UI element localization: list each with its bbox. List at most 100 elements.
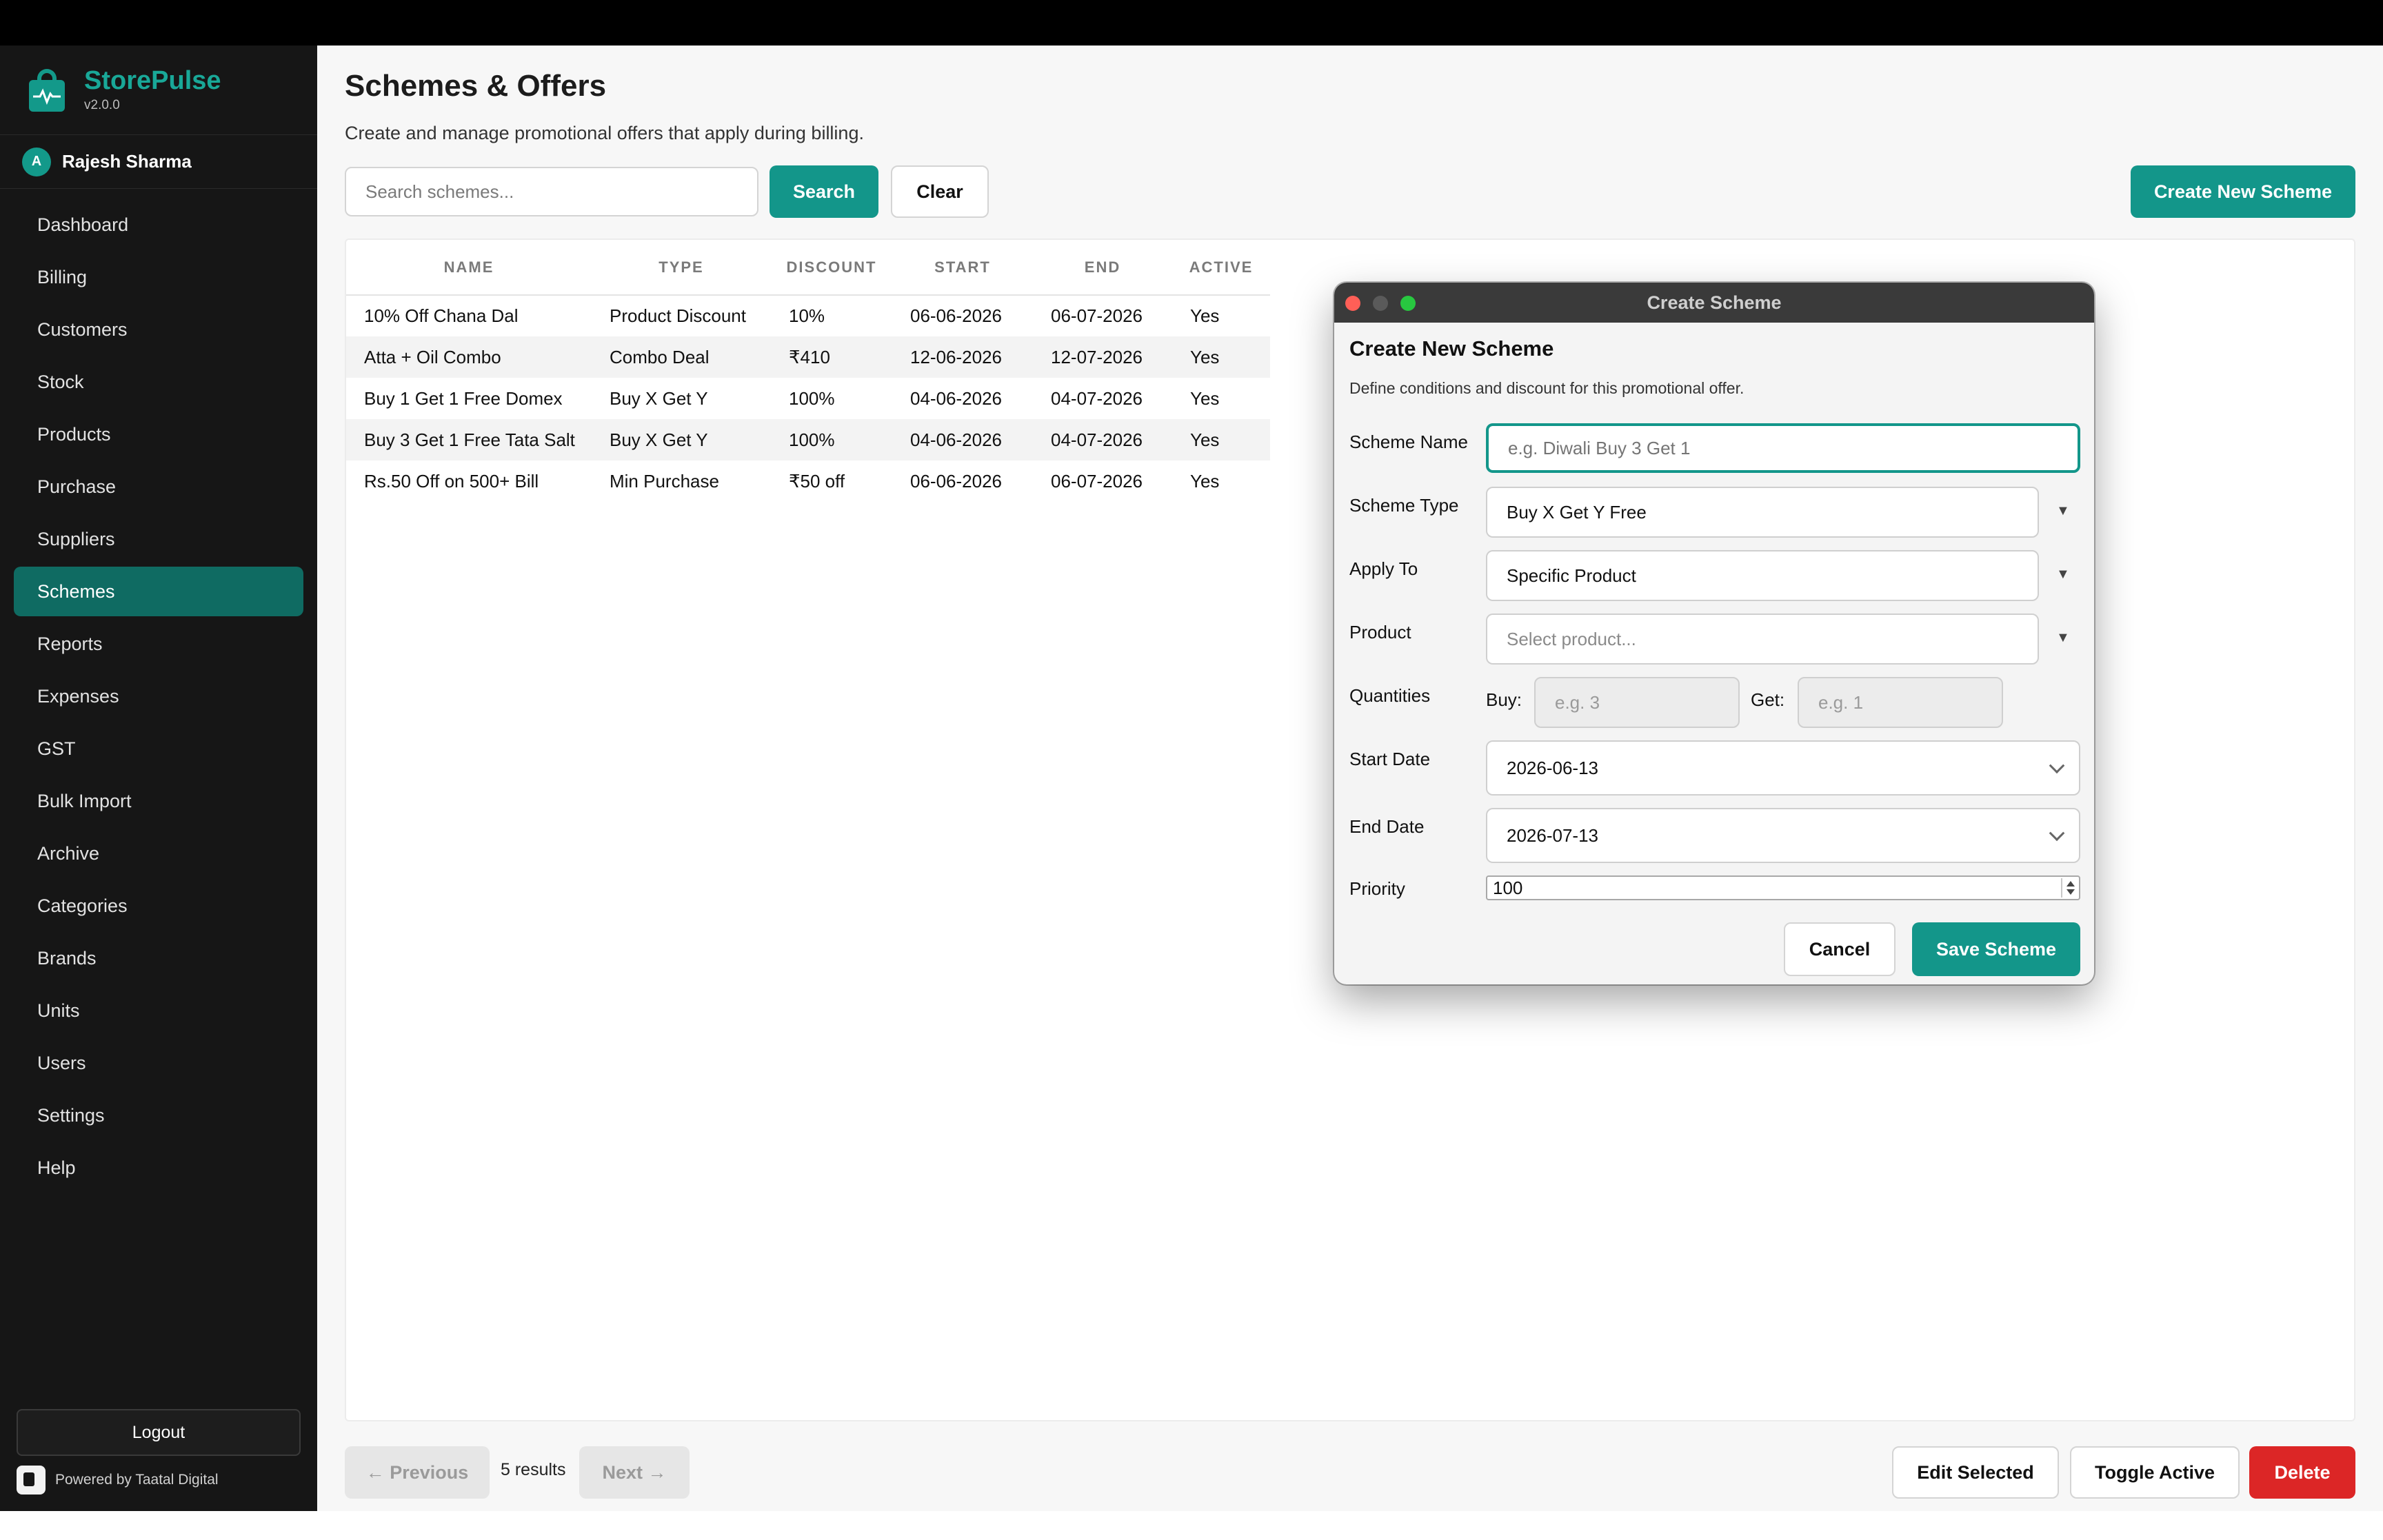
scheme-type-label: Scheme Type bbox=[1349, 495, 1459, 516]
table-row[interactable]: Buy 1 Get 1 Free Domex Buy X Get Y 100% … bbox=[346, 378, 1270, 419]
cell-type: Min Purchase bbox=[610, 470, 719, 492]
search-input[interactable] bbox=[345, 167, 758, 216]
cell-type: Buy X Get Y bbox=[592, 419, 771, 460]
scheme-type-value: Buy X Get Y Free bbox=[1507, 501, 1647, 523]
product-label: Product bbox=[1349, 622, 1411, 642]
cell-end: 12-07-2026 bbox=[1033, 336, 1172, 378]
search-button[interactable]: Search bbox=[770, 165, 878, 218]
schemes-table: NAME TYPE DISCOUNT START END ACTIVE 10% … bbox=[346, 240, 1270, 502]
next-page-button[interactable]: Next → bbox=[579, 1446, 690, 1499]
cell-discount: ₹50 off bbox=[789, 470, 845, 492]
sidebar-item-billing[interactable]: Billing bbox=[14, 252, 303, 302]
get-quantity-input[interactable]: e.g. 1 bbox=[1798, 677, 2003, 728]
sidebar-item-purchase[interactable]: Purchase bbox=[14, 462, 303, 511]
get-quantity-placeholder: e.g. 1 bbox=[1818, 691, 1864, 713]
toggle-active-button[interactable]: Toggle Active bbox=[2070, 1446, 2240, 1499]
apply-to-value: Specific Product bbox=[1507, 565, 1636, 586]
cell-name: Atta + Oil Combo bbox=[346, 336, 592, 378]
cell-end: 06-07-2026 bbox=[1051, 470, 1143, 492]
dialog-titlebar[interactable]: Create Scheme bbox=[1334, 283, 2094, 323]
bottom-strip bbox=[0, 1511, 2383, 1540]
sidebar-item-help[interactable]: Help bbox=[14, 1143, 303, 1193]
column-header-start[interactable]: START bbox=[892, 240, 1033, 296]
start-date-picker[interactable]: 2026-06-13 bbox=[1486, 740, 2080, 796]
sidebar-item-brands[interactable]: Brands bbox=[14, 933, 303, 983]
sidebar-item-archive[interactable]: Archive bbox=[14, 829, 303, 878]
column-header-active[interactable]: ACTIVE bbox=[1172, 240, 1270, 296]
get-quantity-label: Get: bbox=[1751, 689, 1785, 710]
sidebar-item-reports[interactable]: Reports bbox=[14, 619, 303, 669]
scheme-name-input[interactable] bbox=[1486, 423, 2080, 473]
priority-label: Priority bbox=[1349, 878, 1405, 899]
dialog-window-title: Create Scheme bbox=[1647, 292, 1782, 313]
brand-header: StorePulse v2.0.0 bbox=[0, 45, 317, 135]
column-header-end[interactable]: END bbox=[1033, 240, 1172, 296]
page-subtitle: Create and manage promotional offers tha… bbox=[345, 123, 864, 143]
sidebar-item-expenses[interactable]: Expenses bbox=[14, 671, 303, 721]
apply-to-select[interactable]: Specific Product bbox=[1486, 550, 2039, 601]
sidebar-item-gst[interactable]: GST bbox=[14, 724, 303, 773]
logout-button[interactable]: Logout bbox=[17, 1409, 301, 1456]
column-header-discount[interactable]: DISCOUNT bbox=[771, 240, 892, 296]
delete-button[interactable]: Delete bbox=[2249, 1446, 2355, 1499]
create-new-scheme-button[interactable]: Create New Scheme bbox=[2131, 165, 2355, 218]
column-header-name[interactable]: NAME bbox=[346, 240, 592, 296]
sidebar-nav: Dashboard Billing Customers Stock Produc… bbox=[0, 189, 317, 1193]
scheme-type-select[interactable]: Buy X Get Y Free bbox=[1486, 487, 2039, 538]
cell-active: Yes bbox=[1190, 305, 1220, 326]
cell-end: 04-07-2026 bbox=[1051, 387, 1143, 409]
previous-page-button[interactable]: ← Previous bbox=[345, 1446, 490, 1499]
product-select[interactable]: Select product... bbox=[1486, 614, 2039, 665]
clear-button[interactable]: Clear bbox=[891, 165, 989, 218]
cell-name: 10% Off Chana Dal bbox=[364, 305, 519, 326]
avatar: A bbox=[22, 147, 51, 176]
cell-type: Combo Deal bbox=[592, 336, 771, 378]
dialog-heading: Create New Scheme bbox=[1349, 336, 1554, 361]
user-name: Rajesh Sharma bbox=[62, 151, 192, 172]
cell-name: Buy 3 Get 1 Free Tata Salt bbox=[346, 419, 592, 460]
caret-down-icon[interactable]: ▼ bbox=[2056, 630, 2070, 646]
cancel-button[interactable]: Cancel bbox=[1784, 922, 1896, 976]
stepper-arrows-icon[interactable] bbox=[2061, 878, 2078, 898]
cell-active: Yes bbox=[1190, 387, 1220, 409]
cell-start: 06-06-2026 bbox=[910, 470, 1002, 492]
sidebar-item-units[interactable]: Units bbox=[14, 986, 303, 1035]
sidebar-item-suppliers[interactable]: Suppliers bbox=[14, 514, 303, 564]
sidebar-item-categories[interactable]: Categories bbox=[14, 881, 303, 931]
user-profile[interactable]: A Rajesh Sharma bbox=[0, 135, 317, 189]
cell-type: Buy X Get Y bbox=[610, 387, 708, 409]
table-row[interactable]: Atta + Oil Combo Combo Deal ₹410 12-06-2… bbox=[346, 336, 1270, 378]
buy-quantity-placeholder: e.g. 3 bbox=[1555, 691, 1600, 713]
cell-end: 04-07-2026 bbox=[1033, 419, 1172, 460]
save-scheme-button[interactable]: Save Scheme bbox=[1912, 922, 2080, 976]
caret-down-icon[interactable]: ▼ bbox=[2056, 503, 2070, 519]
sidebar-item-users[interactable]: Users bbox=[14, 1038, 303, 1088]
end-date-value: 2026-07-13 bbox=[1507, 824, 1598, 846]
caret-down-icon[interactable]: ▼ bbox=[2056, 567, 2070, 582]
priority-value: 100 bbox=[1493, 877, 1523, 898]
buy-quantity-input[interactable]: e.g. 3 bbox=[1534, 677, 1740, 728]
product-placeholder: Select product... bbox=[1507, 628, 1636, 649]
sidebar-item-settings[interactable]: Settings bbox=[14, 1091, 303, 1140]
end-date-picker[interactable]: 2026-07-13 bbox=[1486, 808, 2080, 863]
column-header-type[interactable]: TYPE bbox=[592, 240, 771, 296]
main-content: Schemes & Offers Create and manage promo… bbox=[317, 45, 2383, 1511]
chevron-down-icon bbox=[2049, 758, 2065, 774]
sidebar-item-stock[interactable]: Stock bbox=[14, 357, 303, 407]
sidebar-item-products[interactable]: Products bbox=[14, 409, 303, 459]
sidebar: StorePulse v2.0.0 A Rajesh Sharma Dashbo… bbox=[0, 45, 317, 1511]
table-row[interactable]: Buy 3 Get 1 Free Tata Salt Buy X Get Y 1… bbox=[346, 419, 1270, 460]
edit-selected-button[interactable]: Edit Selected bbox=[1892, 1446, 2059, 1499]
sidebar-item-customers[interactable]: Customers bbox=[14, 305, 303, 354]
sidebar-item-schemes[interactable]: Schemes bbox=[14, 567, 303, 616]
dialog-body: Create New Scheme Define conditions and … bbox=[1334, 323, 2094, 984]
table-row[interactable]: 10% Off Chana Dal Product Discount 10% 0… bbox=[346, 295, 1270, 336]
cell-name: Buy 1 Get 1 Free Domex bbox=[364, 387, 563, 409]
table-row[interactable]: Rs.50 Off on 500+ Bill Min Purchase ₹50 … bbox=[346, 460, 1270, 502]
priority-spinbox[interactable]: 100 bbox=[1486, 875, 2080, 900]
chevron-down-icon bbox=[2049, 825, 2065, 842]
start-date-value: 2026-06-13 bbox=[1507, 757, 1598, 778]
sidebar-item-bulk-import[interactable]: Bulk Import bbox=[14, 776, 303, 826]
dialog-subheading: Define conditions and discount for this … bbox=[1349, 379, 1744, 397]
sidebar-item-dashboard[interactable]: Dashboard bbox=[14, 200, 303, 250]
